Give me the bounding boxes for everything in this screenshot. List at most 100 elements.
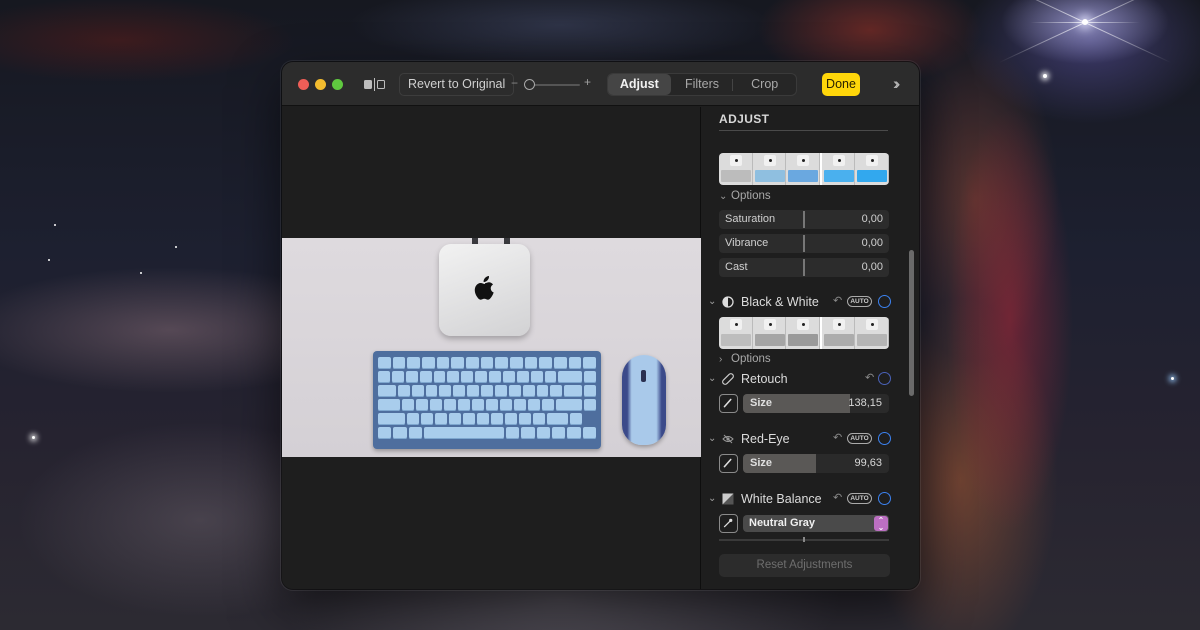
close-window-button[interactable]	[298, 79, 309, 90]
zoom-slider-knob[interactable]	[524, 79, 535, 90]
photo-canvas	[282, 107, 701, 589]
sidebar-title: ADJUST	[719, 112, 770, 126]
slider-label: Size	[750, 397, 773, 409]
tab-adjust[interactable]: Adjust	[608, 74, 671, 95]
slider-label: Vibrance	[725, 237, 769, 249]
undo-icon[interactable]: ↶	[833, 296, 844, 307]
white-balance-icon	[722, 493, 734, 505]
preset-thumbnail[interactable]	[819, 317, 856, 349]
undo-icon[interactable]: ↶	[833, 433, 844, 444]
edited-photo[interactable]	[282, 238, 701, 457]
preset-thumbnail[interactable]	[752, 153, 787, 185]
section-name: Retouch	[741, 372, 788, 386]
section-name: Red-Eye	[741, 432, 790, 446]
enable-toggle[interactable]	[878, 372, 891, 385]
black-white-options-toggle[interactable]: › Options	[719, 353, 771, 365]
preset-thumbnail[interactable]	[752, 317, 787, 349]
options-label: Options	[731, 190, 771, 202]
retouch-size-slider[interactable]: Size 138,15	[743, 394, 889, 413]
star	[1171, 377, 1174, 380]
preset-thumbnail[interactable]	[855, 153, 889, 185]
zoom-in-icon[interactable]: +	[584, 75, 591, 89]
scrollbar[interactable]	[909, 250, 914, 396]
reset-adjustments-button[interactable]: Reset Adjustments	[719, 554, 890, 577]
preset-thumbnail[interactable]	[719, 153, 753, 185]
brush-icon	[723, 398, 732, 408]
tab-label: Adjust	[619, 77, 659, 91]
eyedropper-icon	[723, 518, 733, 528]
saturation-slider[interactable]: Saturation 0,00	[719, 210, 889, 229]
compare-before-after-icon[interactable]	[364, 78, 387, 91]
star-spike	[998, 0, 1172, 64]
vibrance-slider[interactable]: Vibrance 0,00	[719, 234, 889, 253]
eye-slash-icon	[722, 434, 734, 444]
adjust-sidebar: ADJUST ⌄ Options Saturation 0,00 Vibrance 0…	[702, 107, 919, 589]
preset-thumbnail[interactable]	[786, 317, 820, 349]
star	[140, 272, 142, 274]
slider-label: Size	[750, 457, 773, 469]
red-eye-size-slider[interactable]: Size 99,63	[743, 454, 889, 473]
brush-icon	[723, 458, 732, 468]
tab-crop[interactable]: Crop	[733, 74, 796, 95]
slider-value: 99,63	[854, 457, 882, 469]
zoom-out-icon[interactable]: −	[511, 76, 518, 90]
photos-edit-window: Revert to Original − + Adjust Filters Cr…	[282, 62, 919, 589]
bandage-icon	[722, 373, 734, 385]
chevron-down-icon: ⌄	[708, 373, 717, 384]
white-balance-slider[interactable]	[719, 537, 889, 542]
retouch-section-header[interactable]: ⌄ Retouch ↶	[708, 370, 908, 388]
more-chevrons-icon[interactable]: ››	[893, 74, 901, 94]
select-stepper-icon: ⌃ ⌄	[874, 516, 888, 532]
auto-button[interactable]: AUTO	[847, 493, 872, 504]
maximize-window-button[interactable]	[332, 79, 343, 90]
section-name: Black & White	[741, 295, 819, 309]
revert-to-original-button[interactable]: Revert to Original	[399, 73, 515, 96]
black-white-section-header[interactable]: ⌄ Black & White ↶ AUTO	[708, 293, 908, 311]
keyboard	[373, 351, 601, 449]
eyedropper-button[interactable]	[719, 514, 738, 533]
preset-thumbnail[interactable]	[719, 317, 753, 349]
auto-button[interactable]: AUTO	[847, 433, 872, 444]
zoom-slider-track[interactable]	[528, 84, 580, 86]
enable-toggle[interactable]	[878, 432, 891, 445]
section-name: White Balance	[741, 492, 822, 506]
enable-toggle[interactable]	[878, 295, 891, 308]
auto-button[interactable]: AUTO	[847, 296, 872, 307]
star	[1043, 74, 1047, 78]
edit-mode-tabs: Adjust Filters Crop	[607, 73, 797, 96]
preset-thumbnail[interactable]	[819, 153, 856, 185]
chevron-down-icon: ⌄	[719, 191, 728, 202]
star	[54, 224, 56, 226]
cast-slider[interactable]: Cast 0,00	[719, 258, 889, 277]
preset-thumbnail[interactable]	[855, 317, 889, 349]
star-spike	[998, 0, 1172, 64]
enable-toggle[interactable]	[878, 492, 891, 505]
toolbar: Revert to Original − + Adjust Filters Cr…	[282, 62, 919, 106]
red-eye-brush-button[interactable]	[719, 454, 738, 473]
tab-label: Filters	[684, 77, 720, 91]
undo-icon[interactable]: ↶	[833, 493, 844, 504]
white-balance-section-header[interactable]: ⌄ White Balance ↶ AUTO	[708, 490, 908, 508]
chevron-right-icon: ›	[719, 354, 723, 365]
slider-value: 0,00	[861, 261, 883, 273]
mac-mini	[439, 244, 530, 336]
slider-label: Saturation	[725, 213, 776, 225]
undo-icon[interactable]: ↶	[865, 373, 876, 384]
preset-thumbnail[interactable]	[786, 153, 820, 185]
color-options-toggle[interactable]: ⌄ Options	[719, 190, 771, 202]
slider-label: Cast	[725, 261, 748, 273]
red-eye-section-header[interactable]: ⌄ Red-Eye ↶ AUTO	[708, 430, 908, 448]
black-white-preset-strip[interactable]	[719, 317, 889, 349]
star	[175, 246, 177, 248]
color-preset-strip[interactable]	[719, 153, 889, 185]
tab-label: Crop	[751, 77, 779, 91]
half-circle-icon	[722, 296, 734, 308]
retouch-brush-button[interactable]	[719, 394, 738, 413]
chevron-down-icon: ⌄	[708, 493, 717, 504]
white-balance-mode-select[interactable]: Neutral Gray ⌃ ⌄	[743, 515, 889, 532]
slider-value: 0,00	[861, 213, 883, 225]
tab-filters[interactable]: Filters	[671, 74, 734, 95]
minimize-window-button[interactable]	[315, 79, 326, 90]
done-button[interactable]: Done	[822, 73, 860, 96]
chevron-down-icon: ⌄	[708, 433, 717, 444]
